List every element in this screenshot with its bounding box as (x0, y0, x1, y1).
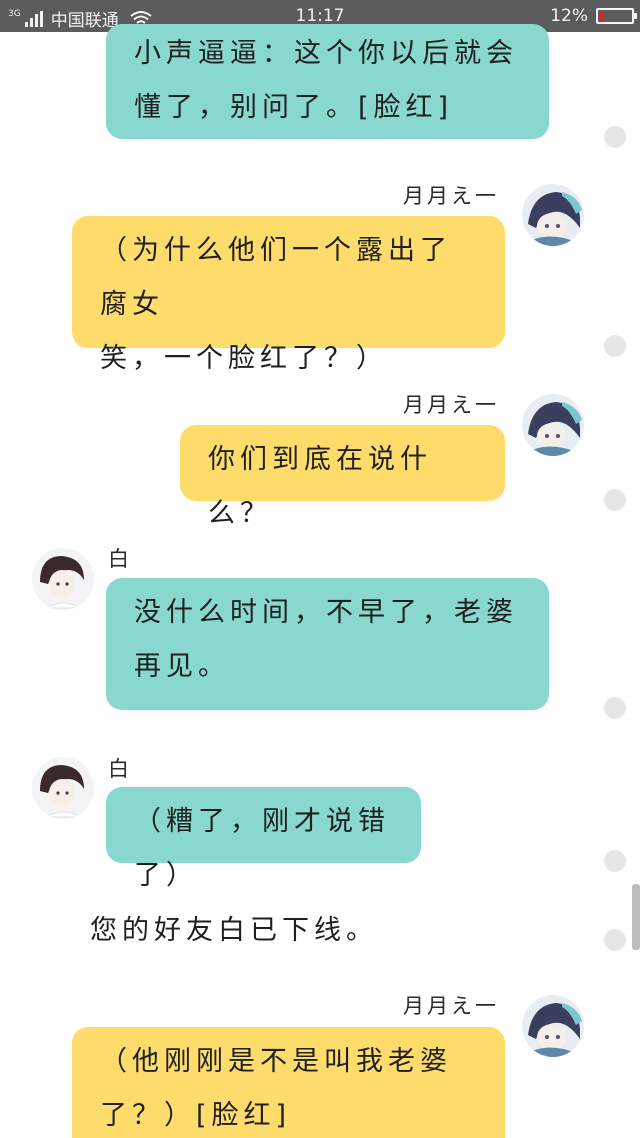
message-line: 再见。 (134, 651, 230, 682)
sender-name: 月月え一 (403, 393, 499, 417)
message-line: 了？）[脸红] (100, 1100, 292, 1131)
message-bubble[interactable]: （糟了，刚才说错了） (106, 787, 421, 891)
system-notice: 您的好友白已下线。 (90, 915, 378, 946)
battery-icon (596, 8, 637, 24)
message-bubble[interactable]: （他刚刚是不是叫我老婆 了？）[脸红] (72, 1027, 505, 1138)
sender-name: 白 (108, 757, 132, 781)
message-bubble[interactable]: 小声逼逼：这个你以后就会 懂了，别问了。[脸红] (106, 24, 549, 139)
sender-name: 白 (108, 547, 132, 571)
avatar[interactable] (522, 184, 584, 246)
message-bubble[interactable]: 你们到底在说什么？ (180, 425, 505, 529)
message-line: （为什么他们一个露出了腐女 (100, 235, 452, 320)
message-status-dot (604, 126, 626, 148)
message-bubble[interactable]: 没什么时间，不早了，老婆 再见。 (106, 578, 549, 710)
message-line: （他刚刚是不是叫我老婆 (100, 1046, 452, 1077)
avatar[interactable] (32, 757, 94, 819)
message-line: （糟了，刚才说错了） (134, 806, 390, 891)
battery-fill (599, 11, 603, 21)
message-line: 懂了，别问了。[脸红] (134, 92, 454, 123)
message-line: 小声逼逼：这个你以后就会 (134, 38, 518, 69)
message-line: 没什么时间，不早了，老婆 (134, 597, 518, 628)
avatar[interactable] (522, 394, 584, 456)
message-status-dot (604, 929, 626, 951)
avatar[interactable] (522, 995, 584, 1057)
sender-name: 月月え一 (403, 184, 499, 208)
clock: 11:17 (295, 6, 345, 26)
message-status-dot (604, 697, 626, 719)
battery-percent: 12% (550, 6, 588, 26)
scrollbar[interactable] (632, 884, 640, 950)
message-bubble[interactable]: （为什么他们一个露出了腐女 笑，一个脸红了？） (72, 216, 505, 374)
message-line: 笑，一个脸红了？） (100, 343, 388, 374)
avatar[interactable] (32, 548, 94, 610)
message-status-dot (604, 335, 626, 357)
message-line: 你们到底在说什么？ (208, 444, 432, 529)
message-status-dot (604, 489, 626, 511)
sender-name: 月月え一 (403, 994, 499, 1018)
status-right: 12% (550, 6, 637, 26)
message-status-dot (604, 850, 626, 872)
